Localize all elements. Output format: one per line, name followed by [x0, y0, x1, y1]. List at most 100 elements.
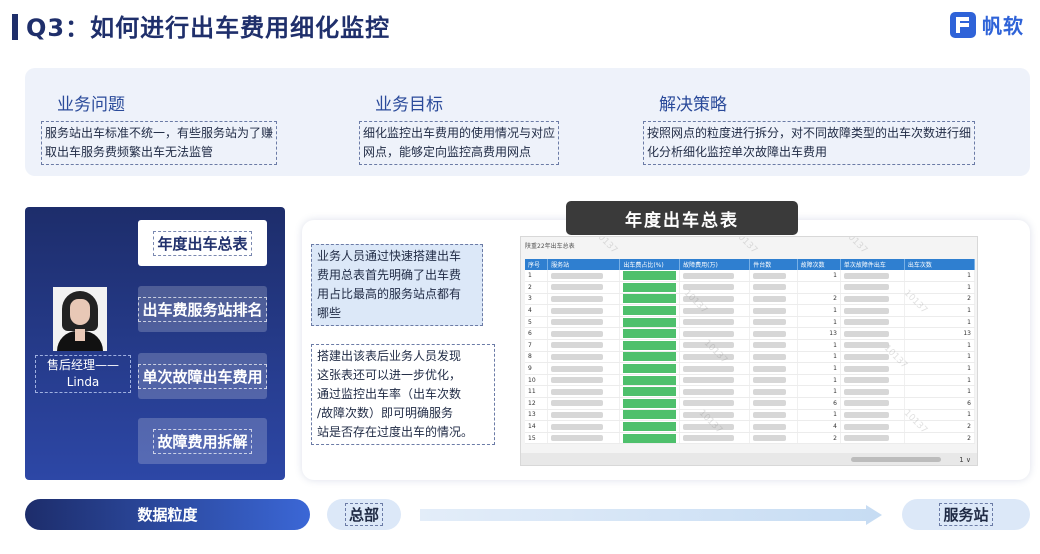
column-header[interactable]: 故障次数: [797, 259, 841, 270]
blurred-value: [753, 377, 786, 384]
table-cell: 15: [525, 432, 549, 445]
blurred-value: [551, 388, 604, 395]
nav-fault-cost-breakdown[interactable]: 故障费用拆解: [138, 418, 267, 464]
nav-annual-dispatch-summary[interactable]: 年度出车总表: [138, 220, 267, 266]
table-row: 1 1 1: [525, 270, 976, 283]
blurred-value: [843, 365, 890, 372]
business-goal: 业务目标 细化监控出车费用的使用情况与对应 网点，能够定向监控高费用网点: [359, 90, 560, 165]
page-title: Q3：如何进行出车费用细化监控: [26, 14, 391, 42]
fee-share-bar-cell: [619, 339, 681, 352]
persona-name: Linda: [66, 375, 100, 389]
table-cell: 1: [904, 316, 976, 329]
blurred-value: [551, 284, 604, 291]
table-cell: 1: [904, 385, 976, 399]
table-cell: 6: [797, 397, 841, 410]
blurred-cell: [840, 385, 905, 399]
table-row: 7 1 1: [525, 339, 976, 352]
blurred-value: [753, 388, 786, 395]
blurred-cell: [749, 339, 798, 352]
blurred-value: [551, 365, 604, 372]
blurred-cell: [749, 351, 798, 364]
table-cell: 6: [904, 397, 976, 410]
blurred-cell: [749, 293, 798, 306]
horizontal-scrollbar[interactable]: 1 ∨: [521, 453, 977, 465]
blurred-value: [683, 272, 734, 279]
table-cell: 2: [525, 281, 549, 294]
blurred-value: [753, 342, 786, 349]
navigation-panel: 售后经理—— Linda 年度出车总表 出车费服务站排名 单次故障出车费用 故障…: [25, 207, 285, 480]
blurred-value: [551, 353, 604, 360]
description-line: 费用总表首先明确了出车费: [317, 268, 462, 282]
blurred-cell: [679, 270, 751, 283]
fee-share-bar-cell: [619, 374, 681, 387]
title-accent-bar: [12, 14, 18, 40]
column-header[interactable]: 服务站: [547, 259, 621, 270]
blurred-value: [551, 272, 604, 279]
blurred-value: [753, 411, 786, 418]
table-cell: 1: [797, 316, 841, 329]
column-header[interactable]: 故障费用(万): [679, 259, 751, 270]
blurred-value: [843, 377, 890, 384]
fee-share-bar: [623, 282, 677, 292]
table-cell: 1: [797, 304, 841, 317]
column-header[interactable]: 单次故障件出车: [840, 259, 905, 270]
solution-strategy: 解决策略 按照网点的粒度进行拆分，对不同故障类型的出车次数进行细 化分析细化监控…: [643, 90, 976, 165]
blurred-value: [551, 319, 604, 326]
nav-single-fault-dispatch-fee[interactable]: 单次故障出车费用: [138, 353, 267, 399]
blurred-cell: [547, 304, 621, 317]
column-header[interactable]: 序号: [525, 259, 549, 270]
scrollbar-thumb[interactable]: [851, 457, 941, 462]
column-header[interactable]: 件台数: [749, 259, 798, 270]
blurred-cell: [840, 316, 905, 329]
blurred-value: [843, 342, 890, 349]
table-cell: 12: [525, 397, 549, 410]
table-cell: 2: [797, 432, 841, 445]
table-row: 6 13 13: [525, 327, 976, 341]
table-row: 12 6 6: [525, 397, 976, 410]
blurred-value: [753, 295, 786, 302]
business-goal-line: 网点，能够定向监控高费用网点: [363, 145, 532, 159]
blurred-cell: [840, 397, 905, 410]
blurred-cell: [679, 362, 751, 375]
fee-share-bar-cell: [619, 397, 681, 410]
blurred-value: [683, 319, 734, 326]
granularity-start-label: 总部: [344, 503, 383, 526]
blurred-cell: [840, 327, 905, 341]
fee-share-bar: [623, 329, 677, 339]
blurred-value: [753, 365, 786, 372]
fee-share-bar: [623, 433, 677, 443]
fee-share-bar-cell: [619, 432, 681, 445]
table-cell: 13: [797, 327, 841, 341]
blurred-cell: [840, 420, 905, 433]
blurred-value: [843, 353, 890, 360]
fee-share-bar: [623, 340, 677, 350]
blurred-value: [843, 307, 890, 314]
fee-share-bar: [623, 306, 677, 316]
blurred-value: [683, 377, 734, 384]
blurred-cell: [749, 385, 798, 399]
table-cell: 2: [904, 432, 976, 445]
page-selector[interactable]: 1 ∨: [959, 456, 971, 464]
blurred-cell: [679, 397, 751, 410]
column-header[interactable]: 出车次数: [904, 259, 976, 270]
blurred-cell: [749, 397, 798, 410]
description-first: 业务人员通过快速搭建出车 费用总表首先明确了出车费 用占比最高的服务站点都有 哪…: [311, 244, 483, 326]
fee-share-bar: [623, 317, 677, 327]
blurred-cell: [749, 374, 798, 387]
blurred-value: [551, 307, 604, 314]
description-line: 业务人员通过快速搭建出车: [317, 249, 462, 263]
nav-station-fee-ranking[interactable]: 出车费服务站排名: [138, 286, 267, 332]
blurred-cell: [547, 327, 621, 341]
table-cell: 6: [525, 327, 549, 341]
avatar-neck: [75, 329, 85, 341]
blurred-cell: [749, 316, 798, 329]
blurred-value: [683, 388, 734, 395]
blurred-value: [843, 388, 890, 395]
table-cell: 9: [525, 362, 549, 375]
table-cell: 7: [525, 339, 549, 352]
granularity-start-headquarters: 总部: [327, 499, 401, 530]
blurred-value: [753, 435, 786, 442]
table-cell: 2: [797, 293, 841, 306]
column-header[interactable]: 出车费占比(%): [619, 259, 681, 270]
blurred-cell: [679, 385, 751, 399]
